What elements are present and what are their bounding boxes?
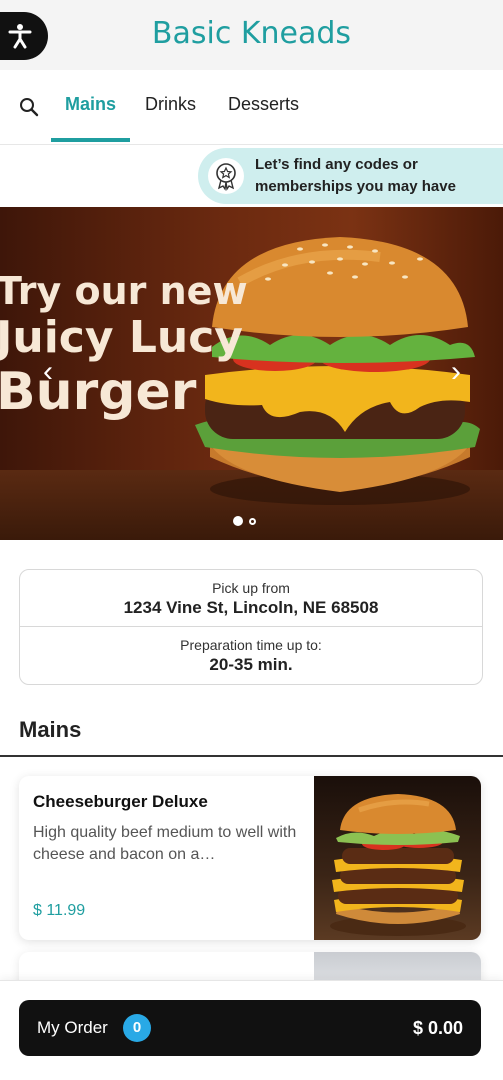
carousel-prev-icon[interactable]: ‹ xyxy=(36,357,60,387)
page-title: Basic Kneads xyxy=(151,16,352,51)
codes-banner-line1: Let’s find any codes or xyxy=(255,156,418,173)
active-tab-indicator xyxy=(51,138,130,142)
prep-time-value: 20-35 min. xyxy=(209,655,293,674)
menu-item-price: $ 11.99 xyxy=(33,902,86,919)
menu-item-description: High quality beef medium to well with ch… xyxy=(33,824,297,863)
section-divider xyxy=(0,755,503,757)
carousel-next-icon[interactable]: › xyxy=(444,357,468,387)
codes-banner-line2: memberships you may have xyxy=(255,178,456,195)
codes-banner-text: Let’s find any codes or memberships you … xyxy=(255,154,495,198)
menu-item-name: Cheeseburger Deluxe xyxy=(33,792,208,811)
tab-desserts[interactable]: Desserts xyxy=(228,94,299,115)
app-header: Basic Kneads xyxy=(0,0,503,70)
tab-drinks[interactable]: Drinks xyxy=(145,94,196,115)
order-total: $ 0.00 xyxy=(412,1018,463,1038)
pickup-info-card: Pick up from 1234 Vine St, Lincoln, NE 6… xyxy=(19,569,483,685)
order-bar: My Order 0 $ 0.00 xyxy=(0,980,503,1080)
my-order-label: My Order xyxy=(37,1018,108,1037)
tab-mains[interactable]: Mains xyxy=(65,94,116,115)
carousel-dots xyxy=(233,516,256,526)
hero-headline: Try our new Juicy Lucy Burger xyxy=(0,269,248,421)
carousel-dot-active[interactable] xyxy=(233,516,243,526)
pickup-address: 1234 Vine St, Lincoln, NE 68508 xyxy=(123,598,379,617)
hero-carousel[interactable]: Try our new Juicy Lucy Burger ‹ › xyxy=(0,207,503,540)
order-count-badge: 0 xyxy=(123,1014,151,1042)
hero-headline-line1: Try our new xyxy=(0,269,248,313)
pickup-from-label: Pick up from xyxy=(212,580,290,596)
carousel-dot[interactable] xyxy=(249,517,256,525)
section-title: Mains xyxy=(19,717,82,742)
hero-headline-line2: Juicy Lucy xyxy=(0,312,243,363)
divider xyxy=(20,626,482,627)
prep-time-label: Preparation time up to: xyxy=(180,637,322,653)
codes-memberships-banner[interactable]: Let’s find any codes or memberships you … xyxy=(198,148,503,204)
award-badge-icon xyxy=(208,158,244,194)
my-order-button[interactable]: My Order 0 $ 0.00 xyxy=(19,1000,481,1056)
category-nav: Mains Drinks Desserts xyxy=(0,70,503,145)
menu-item-card[interactable]: Cheeseburger Deluxe High quality beef me… xyxy=(19,776,481,940)
menu-item-image xyxy=(314,776,481,940)
search-icon[interactable] xyxy=(18,96,40,118)
